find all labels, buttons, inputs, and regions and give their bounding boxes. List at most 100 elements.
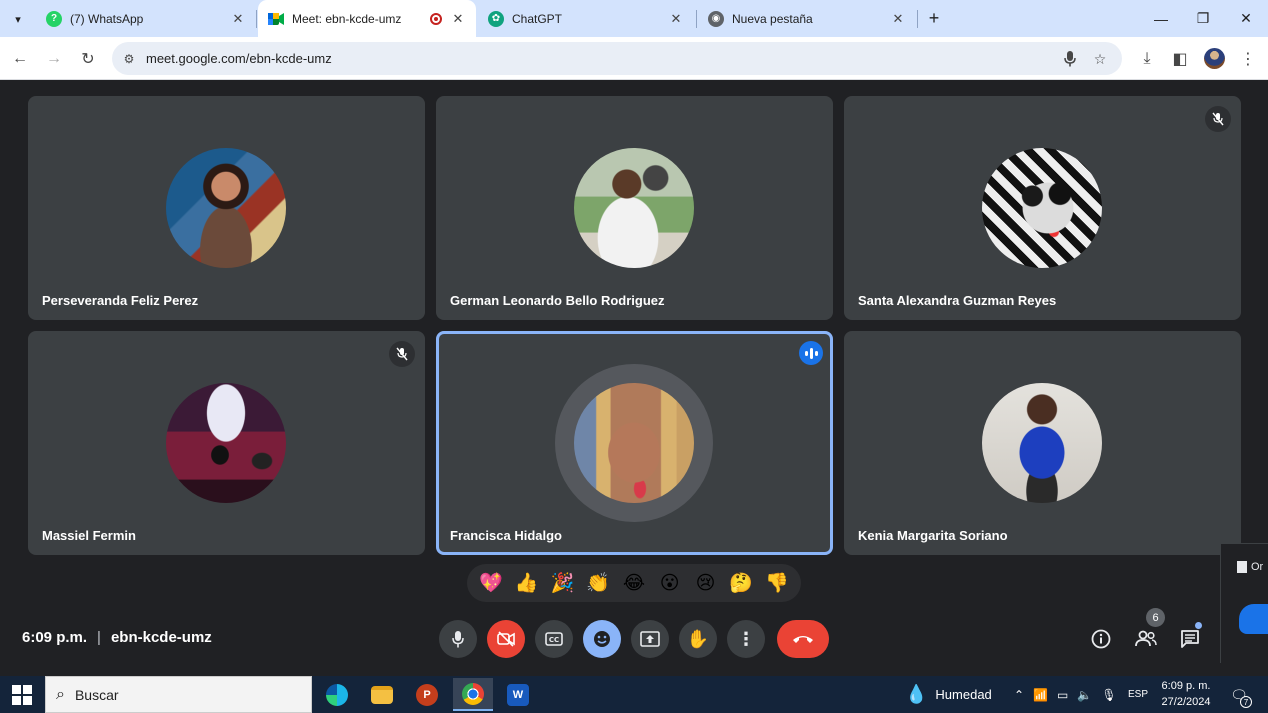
- participant-tile[interactable]: Massiel Fermin: [28, 331, 425, 555]
- chatgpt-icon: ✿: [488, 10, 504, 27]
- meeting-time: 6:09 p.m.: [22, 629, 88, 646]
- tab-search-button[interactable]: ▾: [6, 7, 30, 31]
- present-screen-button[interactable]: [631, 620, 669, 658]
- close-icon[interactable]: ✕: [668, 11, 684, 27]
- reload-icon: ↻: [81, 51, 95, 68]
- camera-off-button[interactable]: [487, 620, 525, 658]
- reactions-button[interactable]: [583, 620, 621, 658]
- taskbar-clock[interactable]: 6:09 p. m. 27/2/2024: [1155, 678, 1217, 710]
- reaction-party-popper[interactable]: 🎉: [547, 568, 577, 598]
- windows-start-button[interactable]: [12, 685, 32, 705]
- system-tray[interactable]: ⌃ 📶 ▭ 🔈 🎙: [1014, 676, 1117, 713]
- reaction-thumbs-down[interactable]: 👎: [762, 568, 792, 598]
- forward-button[interactable]: →: [42, 47, 66, 71]
- side-panel-button[interactable]: ◧: [1168, 47, 1192, 71]
- minimize-button[interactable]: —: [1140, 0, 1182, 37]
- taskbar-chrome[interactable]: [453, 678, 493, 711]
- language-text: ESP: [1128, 689, 1149, 700]
- chat-notification-dot: [1195, 622, 1202, 629]
- download-icon: ⤓: [1143, 50, 1151, 67]
- folder-icon: [371, 685, 393, 704]
- close-icon[interactable]: ✕: [450, 11, 466, 27]
- speaker-icon[interactable]: 🔈: [1077, 688, 1092, 702]
- windows-taskbar: ⌕ Buscar P W 💧 Humedad ⌃ 📶 ▭ 🔈 🎙 ESP 6:0…: [0, 676, 1268, 713]
- kebab-menu-icon: ⋮: [737, 628, 755, 649]
- tab-title: ChatGPT: [512, 11, 563, 26]
- reaction-laughing[interactable]: 😂: [619, 568, 649, 598]
- reload-button[interactable]: ↻: [76, 47, 100, 71]
- reaction-thinking[interactable]: 🤔: [726, 568, 756, 598]
- tab-meet[interactable]: Meet: ebn-kcde-umz ✕: [258, 0, 476, 37]
- people-button[interactable]: [1131, 624, 1161, 654]
- weather-widget[interactable]: 💧 Humedad: [905, 676, 992, 713]
- participant-name: Perseveranda Feliz Perez: [42, 293, 199, 308]
- reaction-sparkling-heart[interactable]: 💖: [476, 568, 506, 598]
- microphone-icon[interactable]: [1060, 49, 1080, 69]
- search-icon: ⌕: [56, 685, 65, 703]
- participant-name: Francisca Hidalgo: [450, 528, 562, 543]
- taskbar-word[interactable]: W: [498, 678, 538, 711]
- battery-icon[interactable]: ▭: [1057, 688, 1068, 702]
- microphone-icon[interactable]: 🎙: [1101, 688, 1116, 702]
- close-icon[interactable]: ✕: [890, 11, 906, 27]
- restore-button[interactable]: ❐: [1182, 0, 1224, 37]
- back-button[interactable]: ←: [8, 47, 32, 71]
- plus-icon: +: [928, 7, 940, 28]
- bookmark-star-icon[interactable]: ☆: [1090, 49, 1110, 69]
- wifi-icon[interactable]: 📶: [1033, 688, 1048, 702]
- document-icon: [1237, 561, 1247, 573]
- participant-photo: [574, 148, 694, 268]
- more-options-button[interactable]: ⋮: [727, 620, 765, 658]
- address-bar[interactable]: ⚙ meet.google.com/ebn-kcde-umz ☆: [112, 42, 1122, 75]
- microphone-button[interactable]: [439, 620, 477, 658]
- clock-date: 27/2/2024: [1161, 696, 1211, 708]
- people-icon: [1135, 630, 1157, 647]
- chrome-icon: ◉: [708, 10, 724, 27]
- taskbar-powerpoint[interactable]: P: [407, 678, 447, 711]
- participant-tile[interactable]: Kenia Margarita Soriano: [844, 331, 1241, 555]
- powerpoint-icon: P: [416, 683, 438, 706]
- tab-divider: [256, 10, 257, 28]
- reaction-clapping[interactable]: 👏: [583, 568, 613, 598]
- participant-tile[interactable]: Santa Alexandra Guzman Reyes: [844, 96, 1241, 320]
- downloads-button[interactable]: ⤓: [1135, 47, 1159, 71]
- close-window-button[interactable]: ✕: [1225, 0, 1267, 37]
- divider: |: [97, 629, 101, 646]
- profile-avatar[interactable]: [1204, 48, 1225, 69]
- language-indicator[interactable]: ESP: [1128, 676, 1148, 713]
- participant-tile-active-speaker[interactable]: Francisca Hidalgo: [436, 331, 833, 555]
- taskbar-file-explorer[interactable]: [362, 678, 402, 711]
- tab-new-tab[interactable]: ◉ Nueva pestaña ✕: [698, 0, 916, 37]
- participant-tile[interactable]: Perseveranda Feliz Perez: [28, 96, 425, 320]
- new-tab-button[interactable]: +: [922, 6, 946, 30]
- chat-icon: [1181, 630, 1199, 648]
- weather-text: Humedad: [935, 687, 992, 702]
- mic-off-icon: [389, 341, 415, 367]
- notification-popup[interactable]: Or: [1220, 543, 1268, 663]
- reaction-surprised[interactable]: 😮: [655, 568, 685, 598]
- close-icon[interactable]: ✕: [230, 11, 246, 27]
- reaction-crying[interactable]: 😢: [690, 568, 720, 598]
- site-info-icon[interactable]: ⚙: [120, 50, 138, 68]
- leave-call-button[interactable]: [777, 620, 829, 658]
- reaction-thumbs-up[interactable]: 👍: [512, 568, 542, 598]
- captions-button[interactable]: CC: [535, 620, 573, 658]
- chevron-up-icon[interactable]: ⌃: [1014, 688, 1024, 702]
- tab-whatsapp[interactable]: ? (7) WhatsApp ✕: [36, 0, 256, 37]
- menu-button[interactable]: ⋮: [1236, 47, 1260, 71]
- chat-button[interactable]: [1175, 624, 1205, 654]
- notification-center-button[interactable]: 🗨 7: [1228, 684, 1252, 708]
- microphone-icon: [452, 630, 464, 647]
- raise-hand-button[interactable]: ✋: [679, 620, 717, 658]
- participant-tile[interactable]: German Leonardo Bello Rodriguez: [436, 96, 833, 320]
- side-panel-icon: ◧: [1172, 51, 1188, 68]
- taskbar-search-box[interactable]: ⌕ Buscar: [45, 676, 312, 713]
- url-text[interactable]: meet.google.com/ebn-kcde-umz: [146, 51, 332, 66]
- meeting-details-button[interactable]: [1086, 624, 1116, 654]
- tab-chatgpt[interactable]: ✿ ChatGPT ✕: [478, 0, 694, 37]
- reactions-bar: 💖 👍 🎉 👏 😂 😮 😢 🤔 👎: [467, 564, 801, 602]
- taskbar-edge[interactable]: [317, 678, 357, 711]
- recording-icon: [430, 12, 442, 25]
- restore-icon: ❐: [1196, 10, 1210, 26]
- edge-icon: [326, 683, 348, 706]
